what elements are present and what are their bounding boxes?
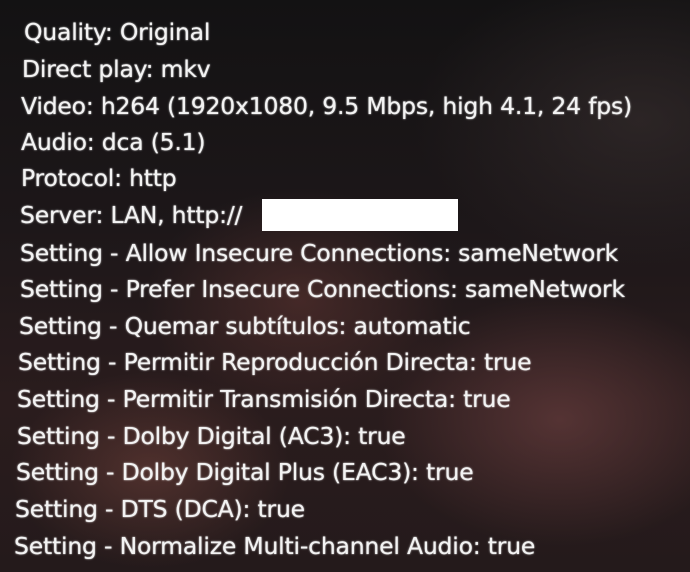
setting-burn-subtitles-line: Setting - Quemar subtítulos: automatic <box>19 312 471 340</box>
setting-eac3-line: Setting - Dolby Digital Plus (EAC3): tru… <box>16 458 474 486</box>
audio-codec-line: Audio: dca (5.1) <box>21 128 206 156</box>
video-codec-line: Video: h264 (1920x1080, 9.5 Mbps, high 4… <box>21 92 633 120</box>
setting-dts-line: Setting - DTS (DCA): true <box>15 495 305 523</box>
direct-play-line: Direct play: mkv <box>22 55 211 83</box>
setting-allow-insecure-line: Setting - Allow Insecure Connections: sa… <box>20 239 619 267</box>
setting-prefer-insecure-line: Setting - Prefer Insecure Connections: s… <box>20 275 625 303</box>
setting-direct-stream-line: Setting - Permitir Transmisión Directa: … <box>17 385 511 413</box>
protocol-line: Protocol: http <box>21 164 177 192</box>
quality-line: Quality: Original <box>24 18 211 46</box>
setting-normalize-audio-line: Setting - Normalize Multi-channel Audio:… <box>14 532 536 560</box>
playback-info-overlay: Quality: Original Direct play: mkv Video… <box>0 0 690 572</box>
setting-direct-play-line: Setting - Permitir Reproducción Directa:… <box>18 348 532 376</box>
redacted-server-address <box>262 199 458 231</box>
server-line: Server: LAN, http:// <box>20 201 243 229</box>
video-playback-screen: Quality: Original Direct play: mkv Video… <box>0 0 690 572</box>
setting-ac3-line: Setting - Dolby Digital (AC3): true <box>17 422 406 450</box>
